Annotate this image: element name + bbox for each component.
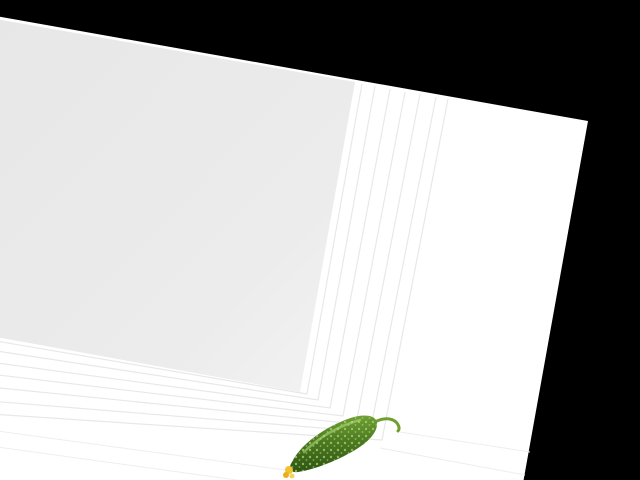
rotated-photo-scene (0, 0, 640, 480)
inner-panel (0, 19, 355, 392)
